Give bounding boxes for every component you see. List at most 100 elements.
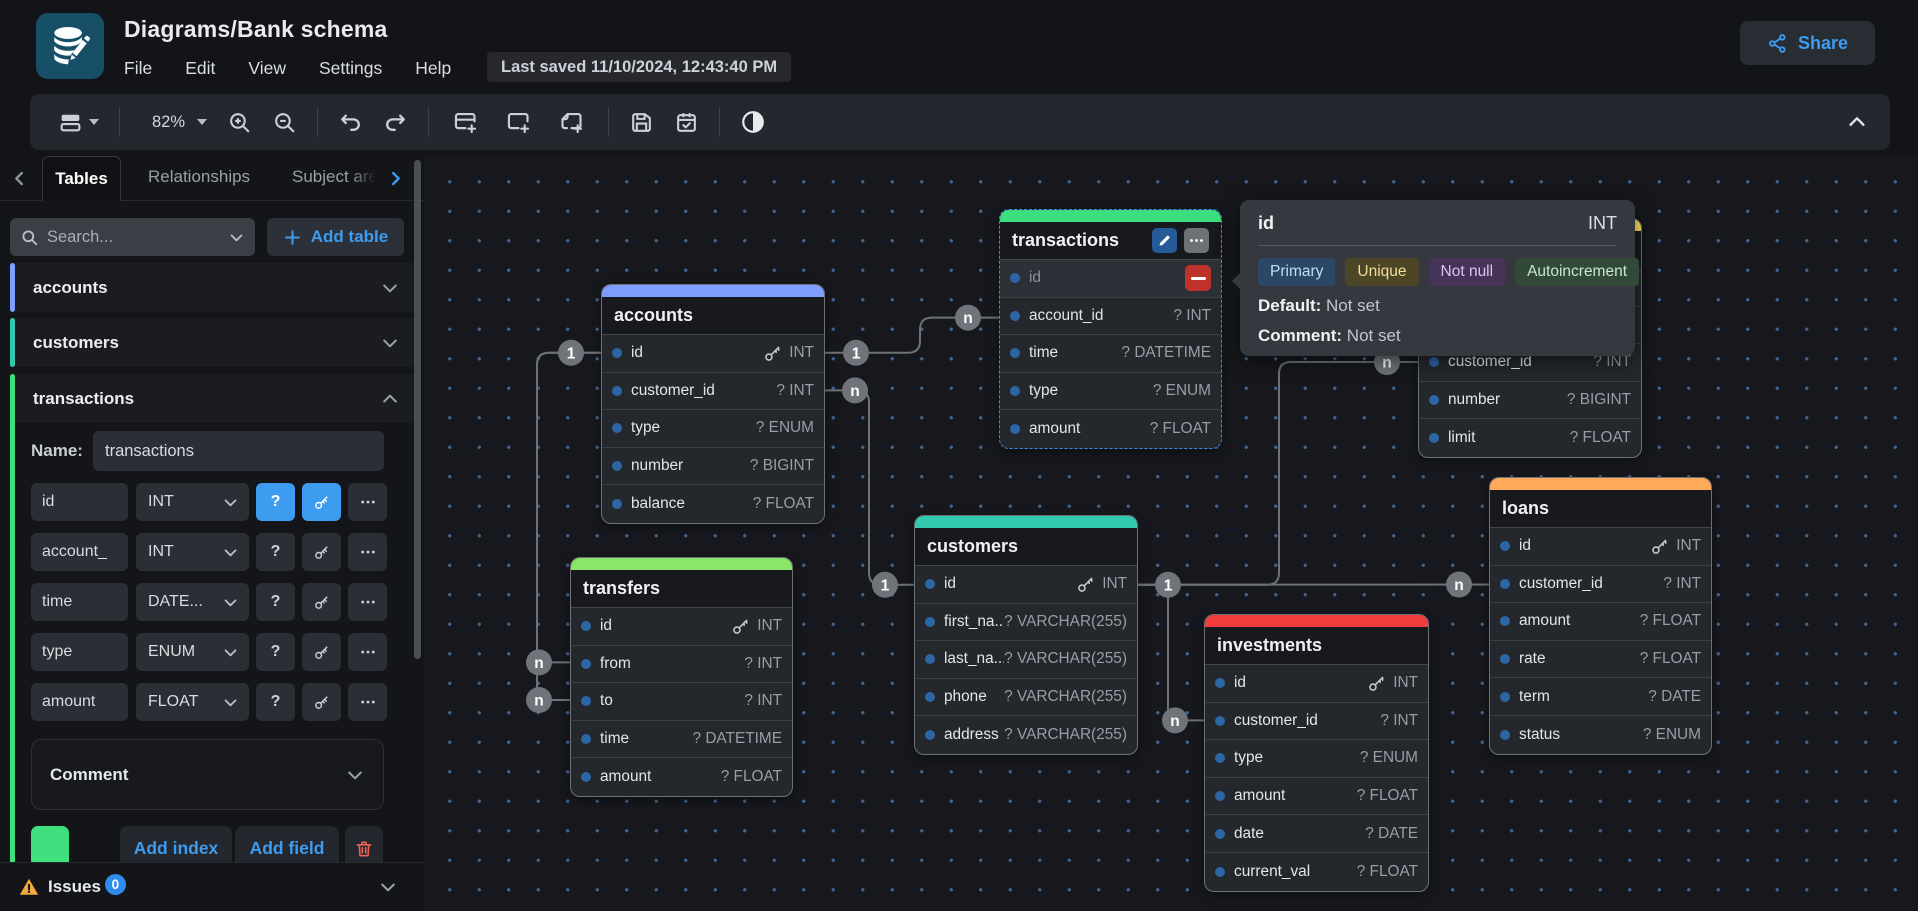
- field-key-button[interactable]: [302, 683, 341, 721]
- menu-edit[interactable]: Edit: [185, 58, 215, 79]
- table-field-row[interactable]: account_id? INT: [1000, 298, 1221, 336]
- table-field-row[interactable]: number? BIGINT: [1419, 382, 1641, 420]
- table-field-row[interactable]: customer_id? INT: [1490, 566, 1711, 604]
- field-more-button[interactable]: [348, 583, 387, 621]
- tab-tables[interactable]: Tables: [42, 156, 121, 201]
- field-nullable-button[interactable]: ?: [256, 633, 295, 671]
- table-field-row[interactable]: to? INT: [571, 683, 792, 721]
- canvas-table-investments[interactable]: investmentsidINTcustomer_id? INTtype? EN…: [1204, 614, 1429, 892]
- tab-subject-areas[interactable]: Subject are: [292, 167, 376, 187]
- field-key-button[interactable]: [302, 633, 341, 671]
- layout-panels-button[interactable]: [48, 102, 109, 142]
- table-field-row[interactable]: idINT: [915, 566, 1137, 604]
- field-type-select[interactable]: FLOAT: [136, 683, 249, 721]
- collapse-header-button[interactable]: [1846, 94, 1868, 150]
- table-field-row[interactable]: type? ENUM: [1000, 373, 1221, 411]
- field-key-button[interactable]: [302, 483, 341, 521]
- field-name-input[interactable]: time: [31, 583, 128, 621]
- canvas-table-transfers[interactable]: transfersidINTfrom? INTto? INTtime? DATE…: [570, 557, 793, 797]
- canvas-table-loans[interactable]: loansidINTcustomer_id? INTamount? FLOATr…: [1489, 477, 1712, 755]
- tabs-scroll-right-button[interactable]: [386, 164, 410, 192]
- table-field-row[interactable]: term? DATE: [1490, 678, 1711, 716]
- field-key-button[interactable]: [302, 533, 341, 571]
- field-type-select[interactable]: ENUM: [136, 633, 249, 671]
- sidebar-table-accounts[interactable]: accounts: [10, 263, 414, 312]
- canvas-table-accounts[interactable]: accountsidINTcustomer_id? INTtype? ENUMn…: [601, 284, 825, 524]
- zoom-level-dropdown[interactable]: 82%: [130, 102, 217, 142]
- field-more-button[interactable]: [348, 633, 387, 671]
- chevron-up-icon[interactable]: [380, 389, 400, 409]
- table-field-row[interactable]: balance? FLOAT: [602, 485, 824, 523]
- field-nullable-button[interactable]: ?: [256, 483, 295, 521]
- field-nullable-button[interactable]: ?: [256, 533, 295, 571]
- field-more-button[interactable]: [348, 483, 387, 521]
- table-field-row[interactable]: time? DATETIME: [1000, 335, 1221, 373]
- edit-table-button[interactable]: [1152, 228, 1177, 253]
- chevron-down-icon[interactable]: [380, 278, 400, 298]
- search-input[interactable]: Search...: [10, 218, 255, 256]
- field-key-button[interactable]: [302, 583, 341, 621]
- table-field-row[interactable]: amount? FLOAT: [1490, 603, 1711, 641]
- table-field-row[interactable]: phone? VARCHAR(255): [915, 679, 1137, 717]
- table-field-row[interactable]: customer_id? INT: [602, 373, 824, 411]
- field-nullable-button[interactable]: ?: [256, 683, 295, 721]
- field-type-select[interactable]: DATE...: [136, 583, 249, 621]
- add-area-tool-button[interactable]: [492, 102, 545, 142]
- table-field-row[interactable]: limit? FLOAT: [1419, 419, 1641, 457]
- table-field-row[interactable]: status? ENUM: [1490, 716, 1711, 754]
- table-field-row[interactable]: idINT: [571, 608, 792, 646]
- table-field-row[interactable]: number? BIGINT: [602, 448, 824, 486]
- tab-relationships[interactable]: Relationships: [148, 167, 250, 187]
- table-field-row[interactable]: last_na...? VARCHAR(255): [915, 641, 1137, 679]
- relationship-line[interactable]: [825, 390, 914, 584]
- delete-field-button[interactable]: [1185, 265, 1211, 291]
- theme-toggle-button[interactable]: [730, 102, 776, 142]
- table-more-button[interactable]: [1184, 228, 1209, 253]
- field-name-input[interactable]: type: [31, 633, 128, 671]
- table-field-row[interactable]: amount? FLOAT: [571, 758, 792, 796]
- save-as-template-button[interactable]: [664, 102, 709, 142]
- add-table-tool-button[interactable]: [439, 102, 492, 142]
- menu-settings[interactable]: Settings: [319, 58, 382, 79]
- table-field-row[interactable]: idINT: [1205, 665, 1428, 703]
- table-name-input[interactable]: transactions: [93, 431, 384, 471]
- table-field-row[interactable]: current_val? FLOAT: [1205, 853, 1428, 891]
- app-logo[interactable]: [36, 13, 104, 79]
- table-field-row[interactable]: idINT: [1490, 528, 1711, 566]
- table-field-row[interactable]: rate? FLOAT: [1490, 641, 1711, 679]
- table-field-row[interactable]: date? DATE: [1205, 815, 1428, 853]
- table-field-row[interactable]: first_na...? VARCHAR(255): [915, 604, 1137, 642]
- table-field-row[interactable]: type? ENUM: [1205, 740, 1428, 778]
- sidebar-table-customers[interactable]: customers: [10, 318, 414, 367]
- field-name-input[interactable]: account_: [31, 533, 128, 571]
- menu-file[interactable]: File: [124, 58, 152, 79]
- table-field-row[interactable]: customer_id? INT: [1205, 703, 1428, 741]
- field-name-input[interactable]: id: [31, 483, 128, 521]
- table-field-row[interactable]: amount? FLOAT: [1205, 778, 1428, 816]
- comment-section[interactable]: Comment: [31, 739, 384, 810]
- zoom-out-button[interactable]: [262, 102, 307, 142]
- redo-button[interactable]: [373, 102, 418, 142]
- field-name-input[interactable]: amount: [31, 683, 128, 721]
- zoom-in-button[interactable]: [217, 102, 262, 142]
- field-more-button[interactable]: [348, 533, 387, 571]
- share-button[interactable]: Share: [1740, 21, 1875, 65]
- sidebar-table-transactions[interactable]: transactions: [15, 374, 414, 423]
- canvas-table-customers[interactable]: customersidINTfirst_na...? VARCHAR(255)l…: [914, 515, 1138, 755]
- table-field-row[interactable]: amount? FLOAT: [1000, 410, 1221, 448]
- diagram-canvas[interactable]: 1nn1nn1n1nn accountsidINTcustomer_id? IN…: [424, 155, 1918, 911]
- menu-help[interactable]: Help: [415, 58, 451, 79]
- field-type-select[interactable]: INT: [136, 533, 249, 571]
- relationship-line[interactable]: [1138, 585, 1204, 721]
- field-nullable-button[interactable]: ?: [256, 583, 295, 621]
- table-field-row[interactable]: idINT: [602, 335, 824, 373]
- field-type-select[interactable]: INT: [136, 483, 249, 521]
- canvas-table-transactions[interactable]: transactionsidaccount_id? INTtime? DATET…: [999, 209, 1222, 449]
- table-field-row[interactable]: id: [1000, 260, 1221, 298]
- field-more-button[interactable]: [348, 683, 387, 721]
- table-field-row[interactable]: time? DATETIME: [571, 721, 792, 759]
- add-note-tool-button[interactable]: [545, 102, 598, 142]
- add-table-button[interactable]: Add table: [267, 218, 404, 256]
- chevron-down-icon[interactable]: [380, 333, 400, 353]
- table-field-row[interactable]: address? VARCHAR(255): [915, 716, 1137, 754]
